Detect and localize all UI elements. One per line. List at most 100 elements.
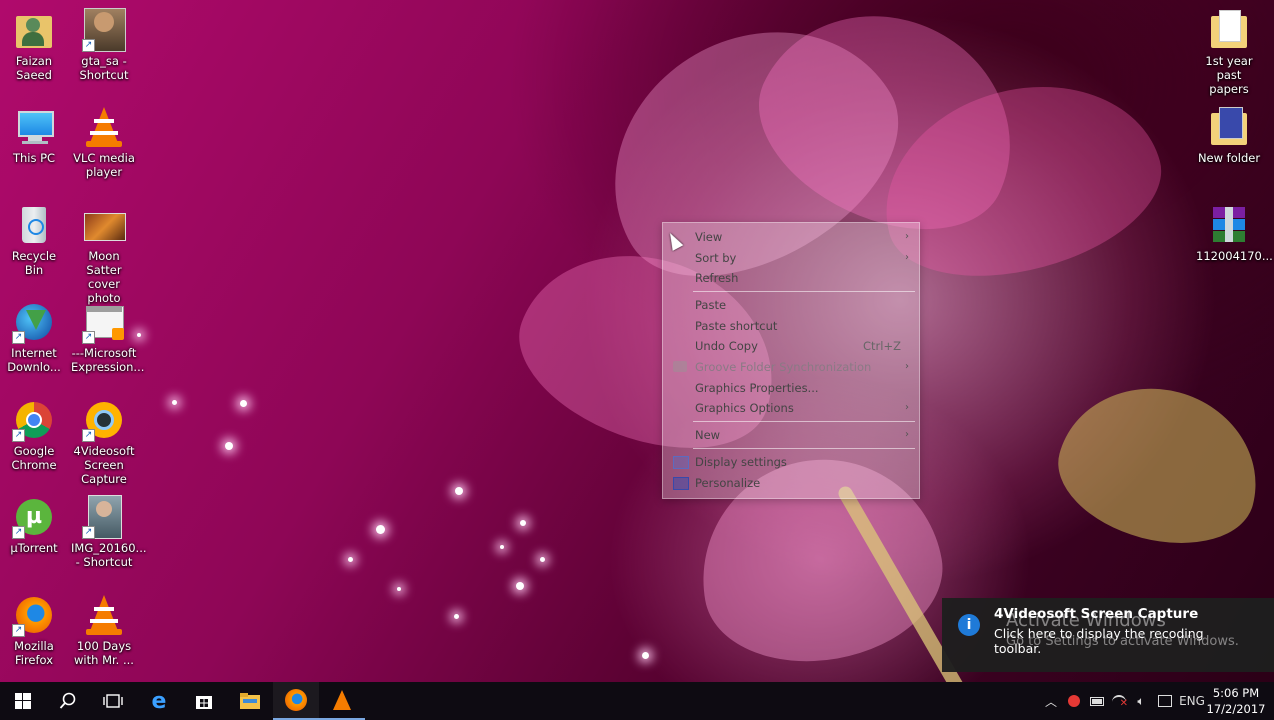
winrar-icon — [1207, 203, 1251, 247]
menu-separator — [693, 448, 915, 449]
taskbar-file-explorer[interactable] — [227, 682, 273, 720]
menu-item-sort-by[interactable]: Sort by › — [663, 248, 919, 268]
desktop-icon-this-pc[interactable]: This PC — [1, 99, 67, 165]
idm-icon: ↗ — [12, 300, 56, 344]
tray-action-center[interactable] — [1154, 682, 1176, 720]
groove-icon — [673, 361, 687, 372]
start-button[interactable] — [0, 682, 46, 720]
activate-windows-title: Activate Windows — [1006, 610, 1166, 631]
menu-item-view[interactable]: View › — [663, 227, 919, 247]
battery-icon — [1090, 696, 1104, 706]
chevron-right-icon: › — [905, 429, 909, 440]
shortcut-arrow-icon: ↗ — [82, 526, 95, 539]
search-icon — [59, 692, 76, 709]
personalize-icon — [673, 477, 689, 490]
chevron-right-icon: › — [905, 361, 909, 372]
desktop-icon-new-folder[interactable]: New folder — [1196, 99, 1262, 165]
user-folder-icon — [12, 8, 56, 52]
desktop-icon-gta-sa[interactable]: ↗ gta_sa - Shortcut — [71, 2, 137, 82]
volume-icon: 🔈︎ — [1137, 693, 1145, 708]
taskbar-vlc[interactable] — [319, 682, 365, 720]
search-button[interactable] — [45, 682, 91, 720]
shortcut-arrow-icon: ↗ — [82, 39, 95, 52]
taskbar-clock[interactable]: 5:06 PM 17/2/2017 — [1206, 685, 1266, 717]
chevron-right-icon: › — [905, 402, 909, 413]
menu-separator — [693, 291, 915, 292]
vlc-icon — [82, 105, 126, 149]
task-view-icon — [103, 694, 123, 708]
menu-item-graphics-properties[interactable]: Graphics Properties... — [663, 378, 919, 398]
chrome-icon: ↗ — [12, 398, 56, 442]
shortcut-arrow-icon: ↗ — [82, 429, 95, 442]
shortcut-arrow-icon: ↗ — [12, 624, 25, 637]
desktop-icon-utorrent[interactable]: µ ↗ µTorrent — [1, 489, 67, 555]
desktop-icon-faizan-saeed[interactable]: Faizan Saeed — [1, 2, 67, 82]
desktop-icon-microsoft-expression[interactable]: ↗ ---Microsoft Expression... — [71, 294, 144, 374]
desktop-icon-winrar-archive[interactable]: 112004170... — [1196, 197, 1273, 263]
tray-network[interactable]: ✕ — [1108, 682, 1130, 720]
start-icon — [15, 693, 31, 709]
show-hidden-icons[interactable]: ︿ — [1040, 682, 1062, 720]
desktop-context-menu: View › Sort by › Refresh Paste Paste sho… — [662, 222, 920, 499]
recycle-bin-icon — [12, 203, 56, 247]
tray-volume[interactable]: 🔈︎ — [1130, 682, 1152, 720]
menu-item-new[interactable]: New › — [663, 425, 919, 445]
screen-capture-icon: ↗ — [82, 398, 126, 442]
activate-windows-text: Go to Settings to activate Windows. — [1006, 634, 1239, 649]
game-shortcut-icon: ↗ — [82, 8, 126, 52]
store-icon — [196, 696, 212, 709]
desktop-icon-google-chrome[interactable]: ↗ Google Chrome — [1, 392, 67, 472]
shortcut-arrow-icon: ↗ — [12, 526, 25, 539]
vlc-icon — [82, 593, 126, 637]
desktop-icon-1st-year-past-papers[interactable]: 1st year past papers — [1196, 2, 1262, 96]
menu-item-paste-shortcut[interactable]: Paste shortcut — [663, 316, 919, 336]
desktop-icon-img-shortcut[interactable]: ↗ IMG_20160... - Shortcut — [71, 489, 147, 569]
desktop-icon-internet-download-manager[interactable]: ↗ Internet Downlo... — [1, 294, 67, 374]
menu-item-personalize[interactable]: Personalize — [663, 473, 919, 493]
menu-item-refresh[interactable]: Refresh — [663, 268, 919, 288]
photo-shortcut-icon: ↗ — [82, 495, 126, 539]
action-center-icon — [1158, 695, 1172, 707]
chevron-right-icon: › — [905, 252, 909, 263]
tray-language[interactable]: ENG — [1178, 682, 1206, 720]
record-icon — [1068, 695, 1080, 707]
taskbar-store[interactable] — [181, 682, 227, 720]
menu-item-groove-sync[interactable]: Groove Folder Synchronization › — [663, 357, 919, 377]
desktop-icon-4videosoft[interactable]: ↗ 4Videosoft Screen Capture — [71, 392, 137, 486]
menu-separator — [693, 421, 915, 422]
shortcut-arrow-icon: ↗ — [82, 331, 95, 344]
info-icon: i — [958, 614, 980, 636]
firefox-icon: ↗ — [12, 593, 56, 637]
chevron-right-icon: › — [905, 231, 909, 242]
menu-item-graphics-options[interactable]: Graphics Options › — [663, 398, 919, 418]
utorrent-icon: µ ↗ — [12, 495, 56, 539]
firefox-icon — [285, 689, 307, 711]
shortcut-arrow-icon: ↗ — [12, 429, 25, 442]
menu-item-undo-copy[interactable]: Undo Copy Ctrl+Z — [663, 336, 919, 356]
image-icon — [82, 203, 126, 247]
task-view-button[interactable] — [90, 682, 136, 720]
file-explorer-icon — [240, 693, 260, 709]
network-disconnected-icon: ✕ — [1112, 695, 1128, 709]
tray-record[interactable] — [1064, 682, 1084, 720]
desktop-icon-100-days[interactable]: 100 Days with Mr. ... — [71, 587, 137, 667]
folder-icon — [1207, 8, 1251, 52]
chevron-up-icon: ︿ — [1044, 694, 1057, 709]
taskbar-edge[interactable]: e — [136, 682, 182, 720]
folder-icon — [1207, 105, 1251, 149]
taskbar-firefox[interactable] — [273, 682, 319, 720]
computer-icon — [12, 105, 56, 149]
desktop-icon-vlc[interactable]: VLC media player — [71, 99, 137, 179]
tray-battery[interactable] — [1086, 682, 1108, 720]
vlc-icon — [333, 690, 351, 710]
menu-item-paste[interactable]: Paste — [663, 295, 919, 315]
desktop-icon-recycle-bin[interactable]: Recycle Bin — [1, 197, 67, 277]
menu-item-display-settings[interactable]: Display settings — [663, 452, 919, 472]
desktop-icon-moon-satter[interactable]: Moon Satter cover photo — [71, 197, 137, 305]
taskbar: e ︿ ✕ 🔈︎ ENG 5:06 PM 17/2/2017 — [0, 682, 1274, 720]
clock-date: 17/2/2017 — [1206, 702, 1266, 716]
edge-icon: e — [151, 688, 167, 714]
desktop-icon-mozilla-firefox[interactable]: ↗ Mozilla Firefox — [1, 587, 67, 667]
display-icon — [673, 456, 689, 469]
clock-time: 5:06 PM — [1212, 686, 1260, 700]
